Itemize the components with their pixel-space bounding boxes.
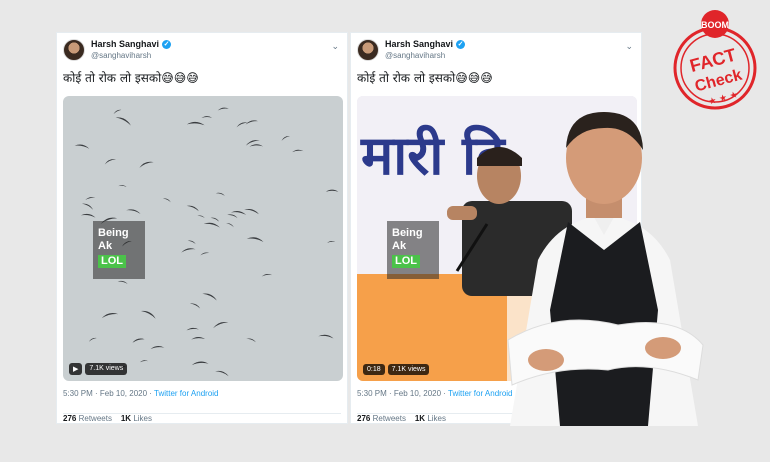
bird-shape <box>186 327 199 331</box>
bird-shape <box>244 208 259 215</box>
bird-shape <box>139 161 154 168</box>
bird-shape <box>132 338 145 343</box>
bird-shape <box>202 293 217 301</box>
bird-shape <box>187 240 196 245</box>
bird-shape <box>113 109 122 115</box>
views-count: 7.1K views <box>85 363 128 375</box>
retweet-label[interactable]: Retweets <box>373 414 406 423</box>
retweet-label[interactable]: Retweets <box>79 414 112 423</box>
being-ak-lol-watermark: Being Ak LOL <box>93 221 145 279</box>
bird-shape <box>74 144 90 149</box>
author-name[interactable]: Harsh Sanghavi <box>91 39 159 50</box>
bird-shape <box>227 214 238 219</box>
bird-shape <box>226 223 234 228</box>
tweet-meta: 5:30 PM · Feb 10, 2020 · Twitter for And… <box>357 389 513 398</box>
watermark-line-2: Ak <box>98 240 113 252</box>
watermark-line-1: Being <box>98 227 129 239</box>
bird-shape <box>80 213 96 218</box>
bird-shape <box>189 303 201 309</box>
bird-shape <box>150 345 165 350</box>
watermark-line-1: Being <box>392 227 423 239</box>
video-duration: 0:18 <box>363 364 385 375</box>
bird-shape <box>200 252 210 256</box>
bird-shape <box>101 313 119 319</box>
watermark-line-3: LOL <box>98 255 126 268</box>
tweet-stats: 276 Retweets 1K Likes <box>63 413 341 423</box>
play-icon[interactable]: ▶ <box>69 363 83 375</box>
bird-shape <box>281 136 290 141</box>
timestamp[interactable]: 5:30 PM · Feb 10, 2020 · <box>357 389 448 398</box>
bird-shape <box>162 198 171 203</box>
stamp-stars-icon: ★ ★ ★ <box>708 90 740 107</box>
bird-shape <box>81 203 94 210</box>
chevron-down-icon[interactable]: ⌄ <box>331 41 339 52</box>
source-link[interactable]: Twitter for Android <box>154 389 218 398</box>
bird-shape <box>85 197 96 201</box>
bird-shape <box>197 215 205 219</box>
like-count[interactable]: 1K <box>121 414 131 423</box>
bird-shape <box>217 107 229 111</box>
bird-shape <box>245 120 258 125</box>
tweet-meta: 5:30 PM · Feb 10, 2020 · Twitter for And… <box>63 389 219 398</box>
retweet-count[interactable]: 276 <box>357 414 370 423</box>
bird-shape <box>186 121 205 126</box>
chevron-down-icon[interactable]: ⌄ <box>625 41 633 52</box>
bird-shape <box>191 361 209 366</box>
tweet-header: Harsh Sanghavi ✓ @sanghaviharsh <box>63 39 172 61</box>
watermark-line-2: Ak <box>392 240 407 252</box>
avatar[interactable] <box>357 39 379 61</box>
bird-shape <box>140 360 149 363</box>
bird-shape <box>318 334 334 339</box>
bird-shape <box>246 338 256 343</box>
stamp-brand: BOOM <box>701 20 729 30</box>
timestamp[interactable]: 5:30 PM · Feb 10, 2020 · <box>63 389 154 398</box>
bird-shape <box>203 222 220 228</box>
bird-shape <box>126 209 141 214</box>
bird-shape <box>104 158 117 165</box>
bird-shape <box>118 185 127 187</box>
bird-shape <box>215 370 229 377</box>
author-handle[interactable]: @sanghaviharsh <box>385 50 465 61</box>
verified-badge-icon: ✓ <box>162 40 172 49</box>
bird-shape <box>181 248 196 253</box>
bird-shape <box>292 149 304 153</box>
bird-shape <box>261 273 273 277</box>
tweet-card-birds: Harsh Sanghavi ✓ @sanghaviharsh ⌄ कोई तो … <box>56 32 348 424</box>
like-label[interactable]: Likes <box>427 414 446 423</box>
bird-shape <box>201 116 213 119</box>
bird-shape <box>210 217 220 222</box>
fact-check-stamp: BOOM FACT Check ★ ★ ★ <box>673 10 757 110</box>
bird-shape <box>230 210 247 215</box>
like-label[interactable]: Likes <box>133 414 152 423</box>
tweet-header: Harsh Sanghavi ✓ @sanghaviharsh <box>357 39 466 61</box>
bird-shape <box>117 280 128 285</box>
bird-shape <box>186 205 199 212</box>
retweet-count[interactable]: 276 <box>63 414 76 423</box>
bird-shape <box>88 337 97 342</box>
bird-shape <box>325 189 339 192</box>
bird-shape <box>215 192 225 196</box>
bird-shape <box>115 117 131 126</box>
author-name[interactable]: Harsh Sanghavi <box>385 39 453 50</box>
bird-shape <box>246 237 264 242</box>
tweet-text: कोई तो रोक लो इसको😅😅😅 <box>357 71 493 85</box>
watermark-line-3: LOL <box>392 255 420 268</box>
bird-shape <box>213 321 229 329</box>
like-count[interactable]: 1K <box>415 414 425 423</box>
tweet-text: कोई तो रोक लो इसको😅😅😅 <box>63 71 199 85</box>
video-player[interactable]: Being Ak LOL ▶ 7.1K views <box>63 96 343 381</box>
author-handle[interactable]: @sanghaviharsh <box>91 50 171 61</box>
bird-shape <box>236 122 248 128</box>
avatar[interactable] <box>63 39 85 61</box>
being-ak-lol-watermark: Being Ak LOL <box>387 221 439 279</box>
views-count: 7.1K views <box>387 364 430 375</box>
bird-shape <box>249 144 264 147</box>
bird-shape <box>140 310 156 319</box>
verified-badge-icon: ✓ <box>456 40 466 49</box>
bird-shape <box>191 336 206 340</box>
bird-shape <box>327 240 336 243</box>
person-cutout-image <box>507 112 704 426</box>
